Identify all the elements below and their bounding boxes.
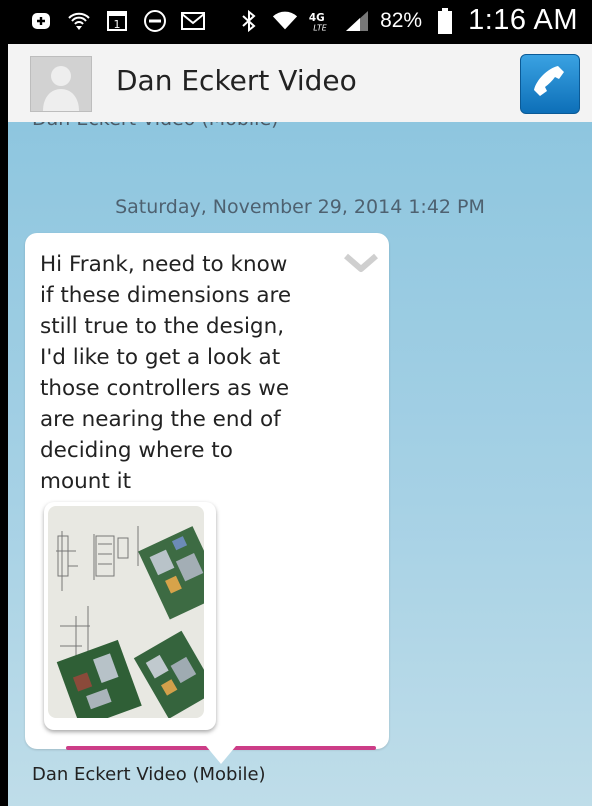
message-text: Hi Frank, need to know if these dimensio… — [40, 252, 292, 494]
wifi-icon — [272, 8, 298, 34]
svg-text:LTE: LTE — [313, 23, 327, 32]
do-not-disturb-icon — [142, 8, 168, 34]
gmail-icon — [180, 8, 206, 34]
conversation-area[interactable]: Dan Eckert Video (Mobile) Saturday, Nove… — [8, 122, 592, 806]
date-separator: Saturday, November 29, 2014 1:42 PM — [115, 196, 485, 218]
svg-text:4G: 4G — [309, 12, 325, 24]
status-bar: 1 4G LTE 82% 1:16 AM — [0, 0, 592, 44]
wifi-calling-icon — [66, 8, 92, 34]
battery-percent: 82% — [380, 8, 423, 32]
conversation-header: Dan Eckert Video — [8, 44, 592, 123]
bluetooth-icon — [236, 8, 262, 34]
previous-sender-label: Dan Eckert Video (Mobile) — [32, 122, 279, 130]
call-button[interactable] — [520, 54, 580, 114]
chevron-down-icon[interactable] — [343, 251, 379, 275]
avatar[interactable] — [30, 56, 92, 112]
lte-4g-icon: 4G LTE — [308, 8, 334, 34]
bubble-tail — [206, 746, 236, 764]
image-attachment[interactable] — [44, 502, 216, 730]
contact-name: Dan Eckert Video — [116, 64, 357, 97]
cell-signal-icon — [344, 8, 370, 34]
sender-label: Dan Eckert Video (Mobile) — [32, 764, 266, 785]
calendar-icon: 1 — [104, 8, 130, 34]
clock: 1:16 AM — [468, 4, 578, 36]
svg-text:1: 1 — [114, 18, 121, 31]
phone-icon — [530, 62, 570, 106]
add-box-icon — [28, 8, 54, 34]
message-bubble[interactable]: Hi Frank, need to know if these dimensio… — [25, 233, 389, 749]
attachment-thumbnail — [48, 506, 204, 718]
battery-icon — [432, 7, 458, 34]
